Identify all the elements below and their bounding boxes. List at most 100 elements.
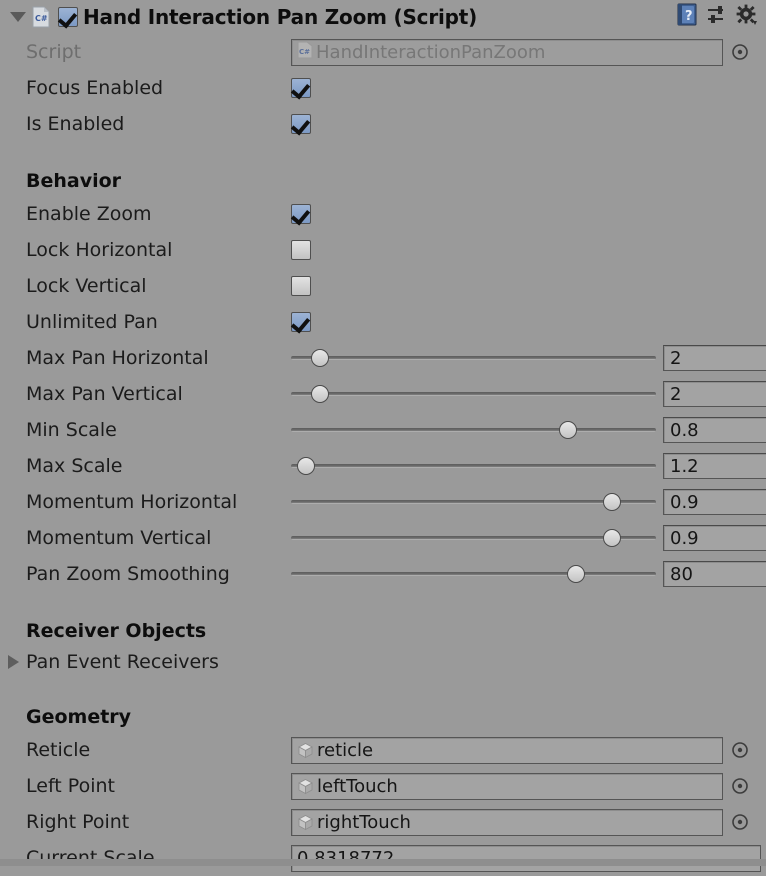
- row-max-pan-horizontal: Max Pan Horizontal 2: [0, 340, 766, 376]
- gameobject-cube-icon: [297, 814, 314, 831]
- slider-track: [291, 356, 656, 360]
- csharp-script-icon: C#: [32, 6, 50, 28]
- row-min-scale: Min Scale 0.8: [0, 412, 766, 448]
- slider-knob[interactable]: [603, 493, 622, 511]
- right-point-value: rightTouch: [317, 811, 411, 833]
- current-scale-field[interactable]: 0.8318772: [291, 844, 761, 872]
- row-momentum-vertical: Momentum Vertical 0.9: [0, 520, 766, 556]
- reticle-object-field[interactable]: reticle: [291, 736, 723, 764]
- pan-zoom-smoothing-slider[interactable]: [291, 564, 656, 584]
- focus-enabled-checkbox[interactable]: [291, 78, 311, 98]
- slider-knob[interactable]: [566, 565, 585, 583]
- min-scale-value[interactable]: 0.8: [663, 417, 766, 443]
- lock-horizontal-checkbox[interactable]: [291, 240, 311, 260]
- left-point-label: Left Point: [26, 775, 115, 797]
- slider-track: [291, 536, 656, 540]
- reticle-object-picker-icon[interactable]: [731, 741, 749, 759]
- geometry-section-header: Geometry: [26, 706, 132, 728]
- svg-text:C#: C#: [35, 14, 48, 23]
- right-point-object-picker-icon[interactable]: [731, 813, 749, 831]
- momentum-vertical-value[interactable]: 0.9: [663, 525, 766, 551]
- slider-track: [291, 572, 656, 576]
- is-enabled-checkbox[interactable]: [291, 114, 311, 134]
- max-pan-horizontal-label: Max Pan Horizontal: [26, 347, 209, 369]
- left-point-object-field[interactable]: leftTouch: [291, 772, 723, 800]
- max-scale-value[interactable]: 1.2: [663, 453, 766, 479]
- behavior-section-header: Behavior: [26, 170, 122, 192]
- slider-knob[interactable]: [603, 529, 622, 547]
- slider-knob[interactable]: [311, 385, 330, 403]
- enable-zoom-checkbox[interactable]: [291, 204, 311, 224]
- right-point-object-field[interactable]: rightTouch: [291, 808, 723, 836]
- inspector-panel: C# Hand Interaction Pan Zoom (Script) ?: [0, 0, 766, 872]
- left-point-value: leftTouch: [317, 775, 398, 797]
- lock-vertical-checkbox[interactable]: [291, 276, 311, 296]
- row-lock-horizontal: Lock Horizontal: [0, 232, 766, 268]
- pan-zoom-smoothing-label: Pan Zoom Smoothing: [26, 563, 230, 585]
- reticle-label: Reticle: [26, 739, 91, 761]
- slider-track: [291, 464, 656, 468]
- row-left-point: Left Point leftTouch: [0, 768, 766, 804]
- component-foldout-icon[interactable]: [10, 12, 26, 22]
- max-pan-vertical-value[interactable]: 2: [663, 381, 766, 407]
- receiver-objects-section-header: Receiver Objects: [26, 620, 207, 642]
- right-point-label: Right Point: [26, 811, 130, 833]
- pan-event-receivers-label: Pan Event Receivers: [26, 651, 219, 673]
- max-scale-slider[interactable]: [291, 456, 656, 476]
- reticle-value: reticle: [317, 739, 374, 761]
- max-pan-horizontal-value[interactable]: 2: [663, 345, 766, 371]
- momentum-vertical-label: Momentum Vertical: [26, 527, 212, 549]
- max-pan-horizontal-slider[interactable]: [291, 348, 656, 368]
- unlimited-pan-checkbox[interactable]: [291, 312, 311, 332]
- row-enable-zoom: Enable Zoom: [0, 196, 766, 232]
- row-unlimited-pan: Unlimited Pan: [0, 304, 766, 340]
- svg-text:?: ?: [685, 9, 693, 24]
- slider-knob[interactable]: [296, 457, 315, 475]
- header-icon-group: ?: [676, 3, 760, 31]
- row-focus-enabled: Focus Enabled: [0, 70, 766, 106]
- row-momentum-horizontal: Momentum Horizontal 0.9: [0, 484, 766, 520]
- row-pan-zoom-smoothing: Pan Zoom Smoothing 80: [0, 556, 766, 592]
- pan-event-receivers-foldout[interactable]: Pan Event Receivers: [0, 651, 291, 673]
- row-is-enabled: Is Enabled: [0, 106, 766, 142]
- momentum-horizontal-slider[interactable]: [291, 492, 656, 512]
- svg-text:C#: C#: [299, 48, 310, 56]
- min-scale-slider[interactable]: [291, 420, 656, 440]
- gameobject-cube-icon: [297, 742, 314, 759]
- momentum-horizontal-label: Momentum Horizontal: [26, 491, 238, 513]
- row-pan-event-receivers[interactable]: Pan Event Receivers: [0, 646, 766, 678]
- momentum-vertical-slider[interactable]: [291, 528, 656, 548]
- slider-track: [291, 428, 656, 432]
- row-right-point: Right Point rightTouch: [0, 804, 766, 840]
- help-icon[interactable]: ?: [676, 3, 698, 31]
- chevron-right-icon[interactable]: [8, 655, 19, 669]
- max-pan-vertical-slider[interactable]: [291, 384, 656, 404]
- gear-icon[interactable]: [736, 4, 758, 30]
- slider-knob[interactable]: [559, 421, 578, 439]
- row-max-scale: Max Scale 1.2: [0, 448, 766, 484]
- panel-bottom-edge: [0, 859, 766, 866]
- slider-knob[interactable]: [311, 349, 330, 367]
- slider-track: [291, 392, 656, 396]
- csharp-file-icon: C#: [297, 41, 313, 64]
- script-label: Script: [26, 41, 82, 63]
- component-enabled-checkbox[interactable]: [58, 7, 78, 27]
- left-point-object-picker-icon[interactable]: [731, 777, 749, 795]
- preset-icon[interactable]: [707, 4, 727, 30]
- script-object-picker-icon[interactable]: [731, 43, 749, 61]
- pan-zoom-smoothing-value[interactable]: 80: [663, 561, 766, 587]
- momentum-horizontal-value[interactable]: 0.9: [663, 489, 766, 515]
- lock-horizontal-label: Lock Horizontal: [26, 239, 173, 261]
- script-field: C# HandInteractionPanZoom: [291, 38, 723, 66]
- unlimited-pan-label: Unlimited Pan: [26, 311, 158, 333]
- max-scale-label: Max Scale: [26, 455, 123, 477]
- is-enabled-label: Is Enabled: [26, 113, 125, 135]
- script-row: Script C# HandInteractionPanZoom: [0, 34, 766, 70]
- min-scale-label: Min Scale: [26, 419, 117, 441]
- row-max-pan-vertical: Max Pan Vertical 2: [0, 376, 766, 412]
- component-header: C# Hand Interaction Pan Zoom (Script) ?: [0, 0, 766, 34]
- focus-enabled-label: Focus Enabled: [26, 77, 164, 99]
- script-value: HandInteractionPanZoom: [316, 41, 546, 63]
